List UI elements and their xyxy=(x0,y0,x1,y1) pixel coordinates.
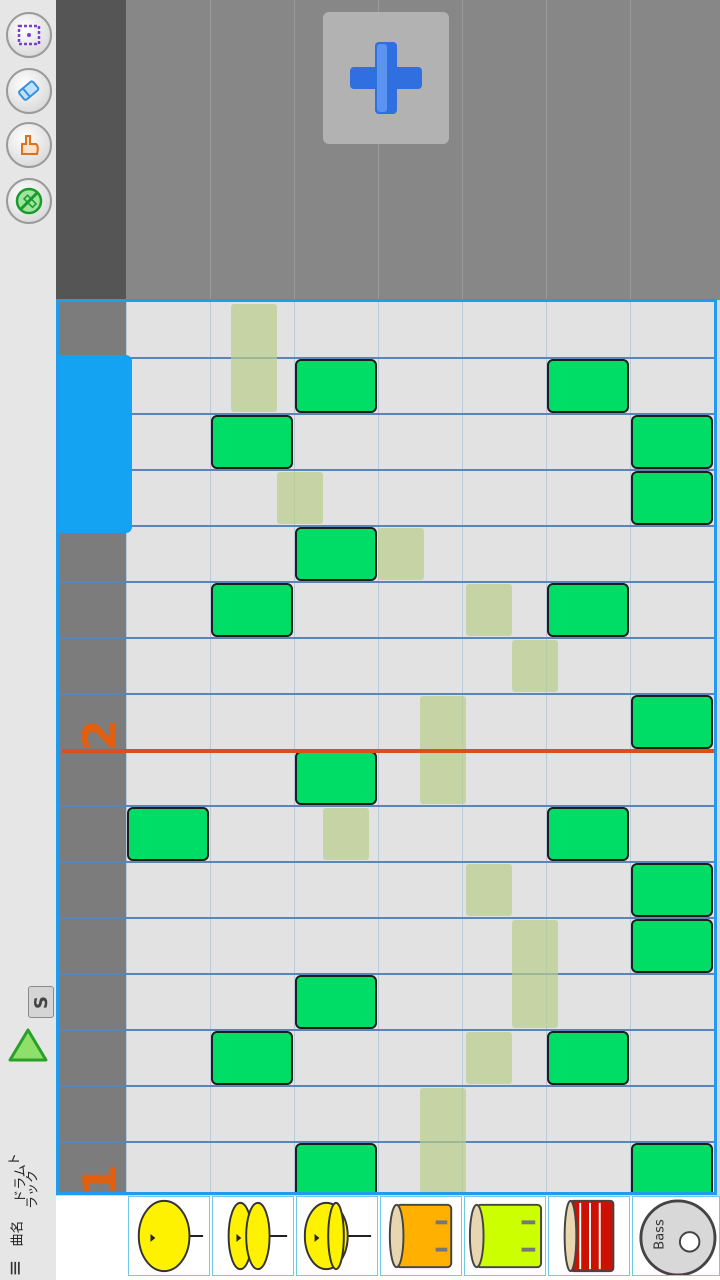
tom-lime-button[interactable] xyxy=(464,1196,546,1276)
mode-s-button[interactable]: S xyxy=(28,986,54,1018)
selection-box-icon[interactable] xyxy=(6,12,52,58)
ghost-note xyxy=(512,920,559,1028)
grid-column-line xyxy=(378,302,379,1192)
grid-column-line xyxy=(294,302,295,1192)
drum-note[interactable] xyxy=(211,583,293,637)
bar-line-marker xyxy=(62,749,714,753)
top-column-divider xyxy=(630,0,631,300)
grid-row-line xyxy=(59,861,714,863)
blue-plus-icon xyxy=(350,42,422,114)
add-measure-button[interactable] xyxy=(323,12,449,144)
grid-row-line xyxy=(59,469,714,471)
grid-row-line xyxy=(59,693,714,695)
track-label-part: ト xyxy=(7,1153,23,1167)
hi-hat-button[interactable] xyxy=(212,1196,294,1276)
ghost-note xyxy=(277,472,324,524)
measure-number-1: 1 xyxy=(73,1163,128,1195)
song-name-label[interactable]: 曲名 xyxy=(7,1214,26,1254)
left-toolbar: S 曲名 ドラム ト ラック ≡ xyxy=(0,0,57,1280)
tom-drum-icon xyxy=(388,1203,453,1269)
pointing-hand-icon[interactable] xyxy=(6,122,52,168)
grid-row-line xyxy=(59,1141,714,1143)
menu-icon[interactable]: ≡ xyxy=(2,1260,26,1277)
grid-row-line xyxy=(59,525,714,527)
rack-label[interactable]: ラック xyxy=(22,1165,41,1215)
play-triangle-icon[interactable] xyxy=(6,1024,50,1066)
ghost-note xyxy=(231,304,277,412)
drum-note[interactable] xyxy=(295,359,377,413)
drum-note[interactable] xyxy=(631,863,713,917)
ride-cymbal-button[interactable] xyxy=(296,1196,378,1276)
top-column-divider xyxy=(294,0,295,300)
snare-drum-icon xyxy=(563,1199,615,1273)
drum-note[interactable] xyxy=(295,751,377,805)
tom-orange-button[interactable] xyxy=(380,1196,462,1276)
grid-row-line xyxy=(59,917,714,919)
drum-note[interactable] xyxy=(127,807,209,861)
ghost-note xyxy=(466,584,513,636)
bass-drum-icon xyxy=(639,1199,717,1275)
drum-note[interactable] xyxy=(211,1031,293,1085)
mode-s-label: S xyxy=(30,995,52,1009)
drum-note[interactable] xyxy=(547,1031,629,1085)
eraser-icon[interactable] xyxy=(6,68,52,114)
bass-drum-button[interactable]: Bass xyxy=(632,1196,720,1276)
grid-row-line xyxy=(59,973,714,975)
sequencer-grid[interactable]: 3 2 1 xyxy=(56,299,717,1195)
cymbal-icon xyxy=(137,1199,204,1273)
selection-highlight[interactable] xyxy=(59,355,132,533)
drum-note[interactable] xyxy=(295,975,377,1029)
measure-number-2: 2 xyxy=(73,718,128,752)
grid-row-line xyxy=(59,1085,714,1087)
drum-note[interactable] xyxy=(547,807,629,861)
top-column-divider xyxy=(462,0,463,300)
drum-note[interactable] xyxy=(631,1143,713,1192)
ghost-note xyxy=(466,864,513,916)
ghost-note xyxy=(420,1088,466,1192)
grid-row-line xyxy=(59,637,714,639)
hihat-icon xyxy=(227,1201,288,1271)
drum-note[interactable] xyxy=(631,471,713,525)
drum-note[interactable] xyxy=(295,527,377,581)
bass-drum-label: Bass xyxy=(652,1219,668,1250)
drum-note[interactable] xyxy=(295,1143,377,1192)
grid-column-line xyxy=(714,302,715,1192)
drum-note[interactable] xyxy=(547,583,629,637)
tom-drum-icon xyxy=(468,1203,543,1269)
cymbal-icon xyxy=(303,1201,372,1271)
measure-number-3: 3 xyxy=(77,299,123,301)
top-column-divider xyxy=(210,0,211,300)
no-pencil-icon[interactable] xyxy=(6,178,52,224)
drum-note[interactable] xyxy=(631,695,713,749)
drum-note[interactable] xyxy=(547,359,629,413)
ghost-note xyxy=(466,1032,513,1084)
snare-drum-button[interactable] xyxy=(548,1196,630,1276)
ghost-note xyxy=(378,528,424,580)
grid-row-line xyxy=(59,413,714,415)
top-column-divider xyxy=(546,0,547,300)
crash-cymbal-button[interactable] xyxy=(128,1196,210,1276)
ghost-note xyxy=(512,640,559,692)
ghost-note xyxy=(323,808,370,860)
instrument-bar: Bass xyxy=(56,1196,720,1280)
drum-note[interactable] xyxy=(631,919,713,973)
drum-note[interactable] xyxy=(631,415,713,469)
drum-note[interactable] xyxy=(211,415,293,469)
top-ruler-dark xyxy=(56,0,126,300)
